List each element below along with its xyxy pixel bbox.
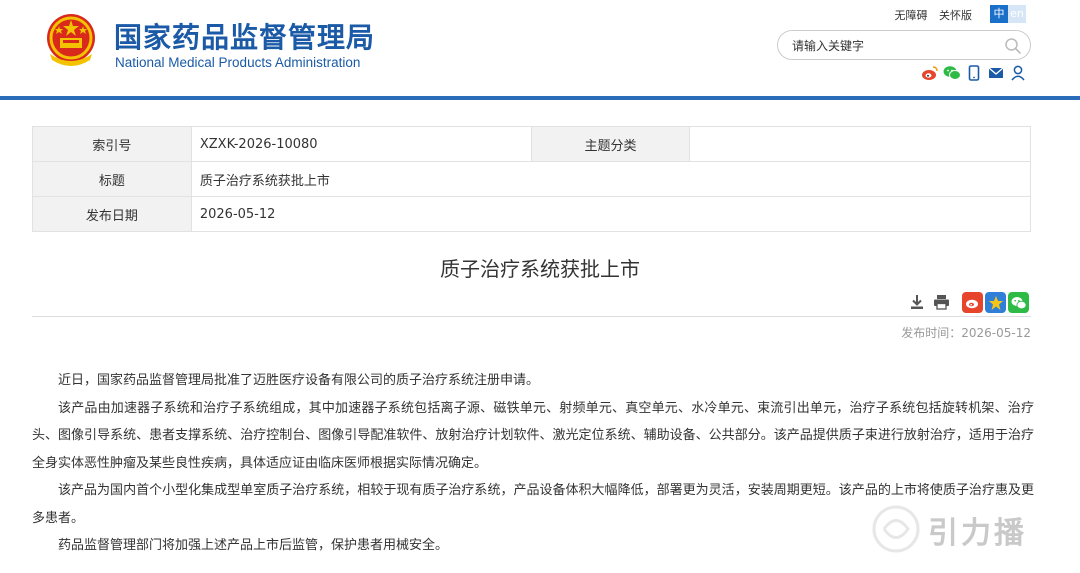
share-weibo-icon[interactable] (962, 292, 983, 313)
share-buttons (962, 292, 1029, 313)
site-header: 国家药品监督管理局 National Medical Products Admi… (0, 0, 1080, 98)
topic-label: 主题分类 (530, 126, 691, 162)
table-row: 标题 质子治疗系统获批上市 (32, 161, 1032, 197)
publish-date-value: 2026-05-12 (190, 196, 1032, 232)
title-label: 标题 (32, 161, 192, 197)
document-meta-table: 索引号 XZXK-2026-10080 主题分类 标题 质子治疗系统获批上市 发… (32, 126, 1032, 232)
print-icon[interactable] (931, 292, 951, 312)
social-links (921, 64, 1027, 82)
index-number-label: 索引号 (32, 126, 192, 162)
publish-date-label: 发布日期 (32, 196, 192, 232)
user-icon[interactable] (1009, 64, 1027, 82)
article-paragraph: 该产品由加速器子系统和治疗子系统组成，其中加速器子系统包括离子源、磁铁单元、射频… (32, 400, 1034, 471)
top-links: 无障碍 关怀版 (887, 7, 973, 23)
elder-mode-link[interactable]: 关怀版 (939, 9, 972, 22)
mobile-icon[interactable] (965, 64, 983, 82)
lang-en-button[interactable]: en (1008, 5, 1026, 23)
accessibility-link[interactable]: 无障碍 (895, 9, 928, 22)
search-icon[interactable] (1004, 37, 1022, 55)
index-number-value: XZXK-2026-10080 (190, 126, 532, 162)
site-title-cn[interactable]: 国家药品监督管理局 (114, 16, 375, 56)
search-box (777, 30, 1031, 60)
title-divider (32, 316, 1031, 317)
wechat-icon[interactable] (943, 64, 961, 82)
national-emblem-icon (47, 14, 95, 66)
table-row: 索引号 XZXK-2026-10080 主题分类 (32, 126, 1031, 162)
header-divider (0, 96, 1080, 100)
share-wechat-icon[interactable] (1008, 292, 1029, 313)
language-switch: 中 en (990, 5, 1026, 23)
weibo-icon[interactable] (921, 64, 939, 82)
article-paragraph: 近日，国家药品监督管理局批准了迈胜医疗设备有限公司的质子治疗系统注册申请。 (58, 373, 540, 388)
title-value: 质子治疗系统获批上市 (190, 161, 1032, 197)
download-icon[interactable] (907, 292, 927, 312)
share-favorite-icon[interactable] (985, 292, 1006, 313)
topic-value (689, 126, 1031, 162)
article-tools (907, 292, 951, 312)
lang-cn-button[interactable]: 中 (990, 5, 1008, 23)
site-title-en[interactable]: National Medical Products Administration (115, 55, 360, 70)
mail-icon[interactable] (987, 64, 1005, 82)
article-title: 质子治疗系统获批上市 (440, 257, 640, 281)
publish-time: 发布时间：2026-05-12 (901, 326, 1031, 340)
watermark-text: 引力播 (928, 516, 1027, 551)
search-input[interactable] (792, 37, 992, 55)
table-row: 发布日期 2026-05-12 (32, 196, 1032, 232)
